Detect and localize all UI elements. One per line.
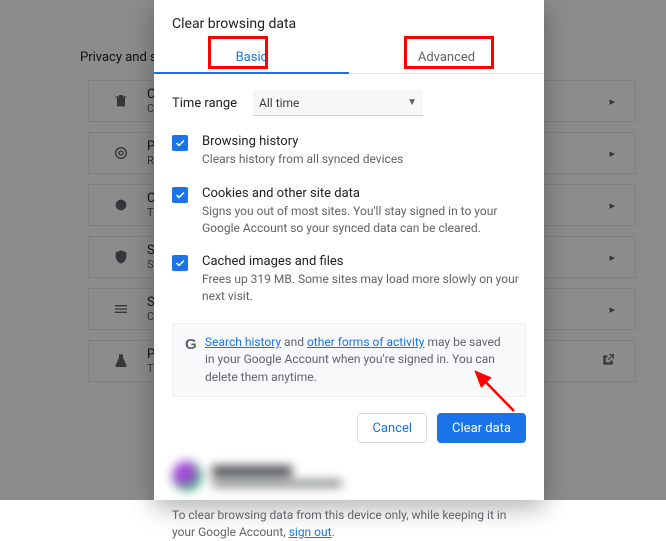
option-title: Browsing history — [202, 134, 403, 149]
google-account-info: G Search history and other forms of acti… — [172, 323, 526, 397]
blurred-user-row — [172, 461, 526, 491]
clear-browsing-data-dialog: Clear browsing data Basic Advanced Time … — [154, 0, 544, 500]
option-title: Cached images and files — [202, 254, 526, 269]
link-sign-out[interactable]: sign out — [289, 525, 332, 539]
tab-basic[interactable]: Basic — [154, 42, 349, 73]
tab-advanced[interactable]: Advanced — [349, 42, 544, 73]
link-search-history[interactable]: Search history — [205, 335, 281, 349]
checkbox-cache[interactable] — [172, 255, 188, 271]
clear-data-button[interactable]: Clear data — [437, 413, 526, 443]
avatar — [172, 461, 202, 491]
option-browsing-history: Browsing history Clears history from all… — [172, 134, 526, 168]
dialog-tabs: Basic Advanced — [154, 42, 544, 74]
caret-down-icon: ▼ — [407, 97, 417, 108]
time-range-row: Time range All time ▼ — [172, 90, 526, 116]
tab-active-underline — [154, 72, 349, 74]
checkbox-browsing-history[interactable] — [172, 135, 188, 151]
bottom-note: To clear browsing data from this device … — [172, 507, 526, 541]
blurred-name — [212, 466, 292, 476]
time-range-value: All time — [259, 96, 299, 110]
time-range-label: Time range — [172, 96, 237, 111]
option-desc: Frees up 319 MB. Some sites may load mor… — [202, 271, 526, 305]
checkbox-cookies[interactable] — [172, 187, 188, 203]
option-cookies: Cookies and other site data Signs you ou… — [172, 186, 526, 237]
option-desc: Signs you out of most sites. You'll stay… — [202, 203, 526, 237]
cancel-button[interactable]: Cancel — [357, 413, 427, 443]
option-title: Cookies and other site data — [202, 186, 526, 201]
blurred-email — [212, 480, 342, 487]
link-other-activity[interactable]: other forms of activity — [307, 335, 425, 349]
google-logo-icon: G — [185, 334, 205, 386]
option-cache: Cached images and files Frees up 319 MB.… — [172, 254, 526, 305]
dialog-buttons: Cancel Clear data — [172, 413, 526, 443]
option-desc: Clears history from all synced devices — [202, 151, 403, 168]
time-range-select[interactable]: All time ▼ — [253, 90, 423, 116]
dialog-title: Clear browsing data — [172, 16, 526, 32]
